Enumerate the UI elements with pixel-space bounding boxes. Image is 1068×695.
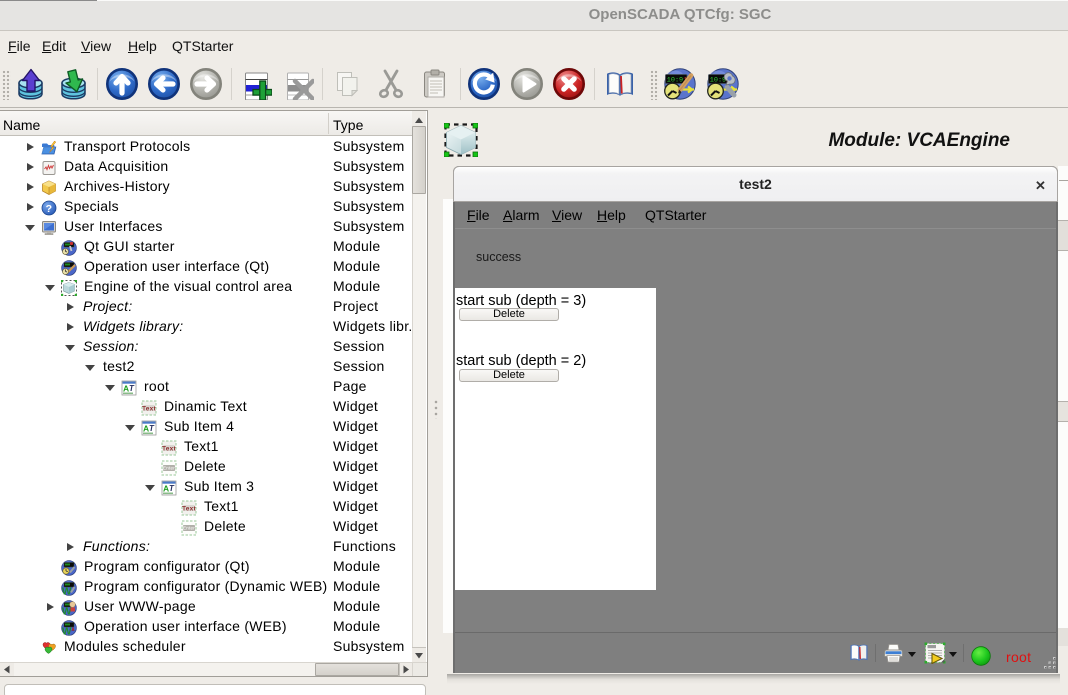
svg-text:W: W (62, 587, 72, 597)
svg-text:?: ? (46, 203, 53, 215)
svg-text:W: W (62, 627, 72, 637)
svg-text:Enter: Enter (183, 526, 195, 531)
svg-text:T: T (149, 424, 155, 433)
svg-text:T: T (169, 484, 175, 493)
svg-text:Text: Text (182, 506, 196, 513)
svg-text:Text: Text (142, 406, 156, 413)
svg-text:T: T (129, 384, 135, 393)
svg-text:Text: Text (162, 446, 176, 453)
svg-text:Enter: Enter (163, 466, 175, 471)
